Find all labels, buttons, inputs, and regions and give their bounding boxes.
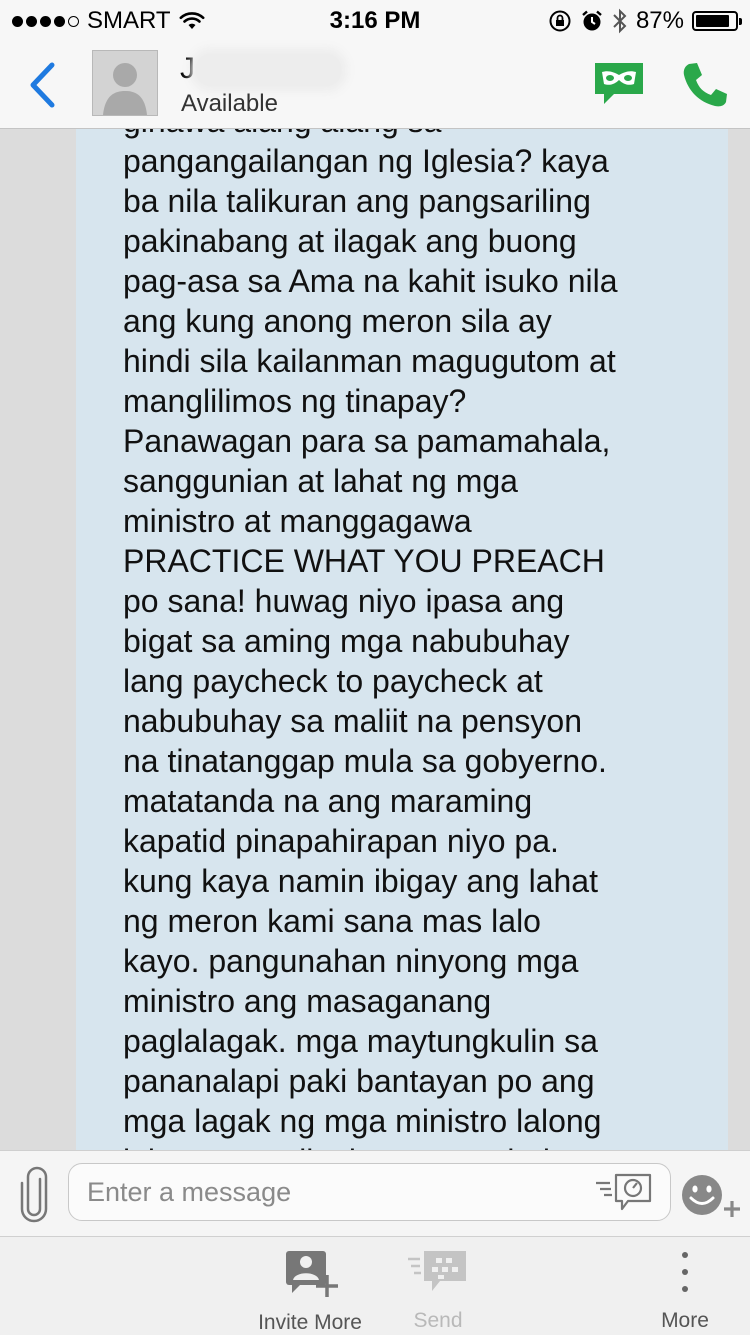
timed-message-icon[interactable] [594, 1171, 654, 1215]
contact-status: Available [181, 90, 278, 117]
more-label: More [661, 1309, 709, 1332]
default-avatar-icon [93, 51, 157, 115]
paperclip-icon[interactable] [16, 1165, 52, 1223]
message-input[interactable] [68, 1163, 671, 1221]
name-redaction [196, 54, 341, 86]
back-button[interactable] [24, 60, 60, 110]
privacy-mask-button[interactable] [592, 60, 646, 108]
chat-header: J. Available [0, 40, 750, 129]
bottom-toolbar: Invite More Send More [0, 1236, 750, 1335]
invite-more-button[interactable]: Invite More [248, 1247, 372, 1335]
compose-bar [0, 1150, 750, 1237]
bluetooth-icon [613, 8, 627, 34]
more-button[interactable]: More [650, 1247, 720, 1333]
battery-percentage: 87% [635, 7, 684, 34]
message-bubble: gihawa alang alang sa pangangailangan ng… [76, 129, 728, 1150]
battery-icon [692, 11, 742, 31]
invite-more-icon [286, 1251, 338, 1297]
rotation-lock-icon [549, 10, 571, 32]
emoji-add-icon[interactable] [680, 1171, 742, 1219]
bbm-send-icon [408, 1251, 466, 1291]
send-button[interactable]: Send [398, 1247, 478, 1333]
status-bar: SMART 3:16 PM 87% [0, 0, 750, 40]
battery-level-fill [696, 15, 730, 27]
alarm-icon [582, 10, 602, 31]
call-button[interactable] [680, 60, 730, 110]
message-text: gihawa alang alang sa pangangailangan ng… [123, 129, 618, 1150]
status-right: 87% [548, 7, 742, 35]
more-vertical-icon [682, 1252, 688, 1292]
send-label: Send [413, 1309, 463, 1332]
contact-avatar[interactable] [92, 50, 158, 116]
invite-more-label: Invite More [258, 1311, 362, 1334]
